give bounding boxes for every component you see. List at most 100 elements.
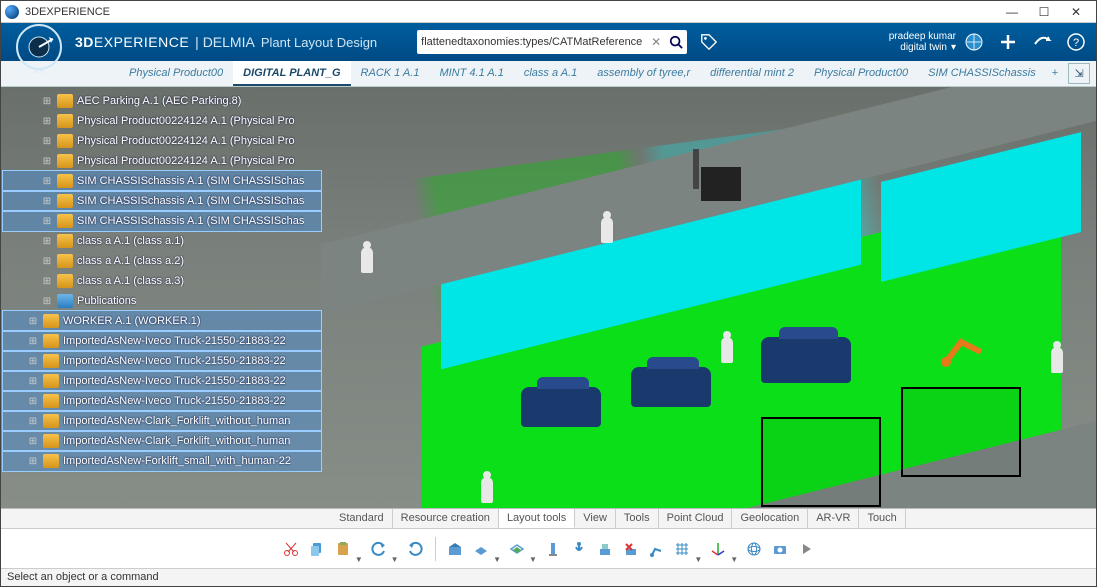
close-button[interactable]: ✕ bbox=[1060, 2, 1092, 22]
action-tab[interactable]: View bbox=[575, 509, 616, 528]
tree-item[interactable]: ⊞class a A.1 (class a.2) bbox=[3, 251, 321, 271]
tree-item[interactable]: ⊞Physical Product00224124 A.1 (Physical … bbox=[3, 131, 321, 151]
action-tab[interactable]: Tools bbox=[616, 509, 659, 528]
expand-icon[interactable]: ⊞ bbox=[41, 96, 53, 107]
expand-icon[interactable]: ⊞ bbox=[27, 436, 39, 447]
area-dropdown[interactable]: ▼ bbox=[529, 555, 537, 568]
doc-tab[interactable]: RACK 1 A.1 bbox=[351, 61, 430, 86]
expand-icon[interactable]: ⊞ bbox=[41, 256, 53, 267]
action-tab[interactable]: Geolocation bbox=[732, 509, 808, 528]
minimize-button[interactable]: — bbox=[996, 2, 1028, 22]
expand-icon[interactable]: ⊞ bbox=[41, 216, 53, 227]
tree-item[interactable]: ⊞Publications bbox=[3, 291, 321, 311]
tree-item[interactable]: ⊞ImportedAsNew-Iveco Truck-21550-21883-2… bbox=[3, 351, 321, 371]
action-bar: ▼ ▼ ▼ ▼ ▼ ▼ bbox=[1, 528, 1096, 568]
doc-tab[interactable]: differential mint 2 bbox=[700, 61, 804, 86]
action-tab[interactable]: AR-VR bbox=[808, 509, 859, 528]
new-tab-button[interactable]: + bbox=[1046, 61, 1064, 86]
axis-button[interactable] bbox=[708, 536, 728, 562]
action-tab[interactable]: Layout tools bbox=[499, 509, 575, 528]
expand-icon[interactable]: ⊞ bbox=[41, 156, 53, 167]
grid-dropdown[interactable]: ▼ bbox=[694, 555, 702, 568]
doc-tab[interactable]: Physical Product00 bbox=[119, 61, 233, 86]
delete-resource-button[interactable] bbox=[621, 536, 641, 562]
undo-dropdown[interactable]: ▼ bbox=[391, 555, 399, 568]
paste-dropdown[interactable]: ▼ bbox=[355, 555, 363, 568]
building-button[interactable] bbox=[445, 536, 465, 562]
doc-tab[interactable]: MINT 4.1 A.1 bbox=[429, 61, 513, 86]
search-input[interactable] bbox=[421, 36, 647, 48]
expand-icon[interactable]: ⊞ bbox=[41, 236, 53, 247]
cut-button[interactable] bbox=[281, 536, 301, 562]
expand-icon[interactable]: ⊞ bbox=[41, 116, 53, 127]
action-tab[interactable]: Standard bbox=[331, 509, 393, 528]
expand-icon[interactable]: ⊞ bbox=[27, 336, 39, 347]
tree-item[interactable]: ⊞Physical Product00224124 A.1 (Physical … bbox=[3, 151, 321, 171]
expand-icon[interactable]: ⊞ bbox=[27, 316, 39, 327]
expand-icon[interactable]: ⊞ bbox=[41, 176, 53, 187]
insert-resource-button[interactable] bbox=[595, 536, 615, 562]
expand-icon[interactable]: ⊞ bbox=[41, 196, 53, 207]
expand-icon[interactable]: ⊞ bbox=[27, 396, 39, 407]
tree-item[interactable]: ⊞ImportedAsNew-Forklift_small_with_human… bbox=[3, 451, 321, 471]
capture-button[interactable] bbox=[770, 536, 790, 562]
column-button[interactable] bbox=[543, 536, 563, 562]
add-icon[interactable] bbox=[998, 32, 1018, 52]
tree-item[interactable]: ⊞SIM CHASSISchassis A.1 (SIM CHASSISchas bbox=[3, 171, 321, 191]
copy-button[interactable] bbox=[307, 536, 327, 562]
search-box[interactable]: ✕ bbox=[417, 30, 687, 54]
expand-icon[interactable]: ⊞ bbox=[27, 416, 39, 427]
tree-item[interactable]: ⊞ImportedAsNew-Clark_Forklift_without_hu… bbox=[3, 431, 321, 451]
node-icon bbox=[43, 434, 59, 448]
tree-item[interactable]: ⊞class a A.1 (class a.1) bbox=[3, 231, 321, 251]
floor-button[interactable] bbox=[471, 536, 491, 562]
user-block[interactable]: pradeep kumar digital twin▾ bbox=[889, 31, 956, 53]
help-icon[interactable]: ? bbox=[1066, 32, 1086, 52]
tree-item[interactable]: ⊞WORKER A.1 (WORKER.1) bbox=[3, 311, 321, 331]
tree-item[interactable]: ⊞ImportedAsNew-Clark_Forklift_without_hu… bbox=[3, 411, 321, 431]
undo-button[interactable] bbox=[369, 536, 389, 562]
doc-tab[interactable]: class a A.1 bbox=[514, 61, 587, 86]
expand-icon[interactable]: ⊞ bbox=[27, 376, 39, 387]
tag-icon[interactable] bbox=[697, 30, 721, 54]
spec-tree[interactable]: ⊞AEC Parking A.1 (AEC Parking.8)⊞Physica… bbox=[1, 87, 323, 508]
share-icon[interactable] bbox=[1032, 32, 1052, 52]
view-globe-button[interactable] bbox=[744, 536, 764, 562]
redo-button[interactable] bbox=[405, 536, 425, 562]
action-tab[interactable]: Touch bbox=[859, 509, 905, 528]
play-more-icon[interactable] bbox=[796, 536, 816, 562]
tree-item[interactable]: ⊞ImportedAsNew-Iveco Truck-21550-21883-2… bbox=[3, 331, 321, 351]
grid-button[interactable] bbox=[672, 536, 692, 562]
doc-tab[interactable]: Physical Product00 bbox=[804, 61, 918, 86]
brand-sub: | DELMIA bbox=[195, 34, 255, 50]
area-button[interactable] bbox=[507, 536, 527, 562]
tree-item[interactable]: ⊞AEC Parking A.1 (AEC Parking.8) bbox=[3, 91, 321, 111]
expand-icon[interactable]: ⊞ bbox=[27, 356, 39, 367]
axis-dropdown[interactable]: ▼ bbox=[730, 555, 738, 568]
collapse-tabs-icon[interactable]: ⇲ bbox=[1068, 63, 1090, 84]
doc-tab[interactable]: DIGITAL PLANT_G bbox=[233, 61, 350, 86]
compass-icon[interactable]: V.R bbox=[9, 17, 69, 77]
expand-icon[interactable]: ⊞ bbox=[41, 136, 53, 147]
tree-item[interactable]: ⊞ImportedAsNew-Iveco Truck-21550-21883-2… bbox=[3, 391, 321, 411]
maximize-button[interactable]: ☐ bbox=[1028, 2, 1060, 22]
search-icon[interactable] bbox=[669, 35, 683, 49]
paste-button[interactable] bbox=[333, 536, 353, 562]
tree-item[interactable]: ⊞SIM CHASSISchassis A.1 (SIM CHASSISchas bbox=[3, 211, 321, 231]
attach-button[interactable] bbox=[569, 536, 589, 562]
tree-item[interactable]: ⊞class a A.1 (class a.3) bbox=[3, 271, 321, 291]
doc-tab[interactable]: SIM CHASSISchassis bbox=[918, 61, 1046, 86]
expand-icon[interactable]: ⊞ bbox=[41, 276, 53, 287]
action-tab[interactable]: Point Cloud bbox=[659, 509, 733, 528]
action-tab[interactable]: Resource creation bbox=[393, 509, 499, 528]
tree-item[interactable]: ⊞Physical Product00224124 A.1 (Physical … bbox=[3, 111, 321, 131]
floor-dropdown[interactable]: ▼ bbox=[493, 555, 501, 568]
robot-button[interactable] bbox=[647, 536, 667, 562]
tree-item[interactable]: ⊞SIM CHASSISchassis A.1 (SIM CHASSISchas bbox=[3, 191, 321, 211]
tree-item[interactable]: ⊞ImportedAsNew-Iveco Truck-21550-21883-2… bbox=[3, 371, 321, 391]
doc-tab[interactable]: assembly of tyree,r bbox=[587, 61, 700, 86]
expand-icon[interactable]: ⊞ bbox=[27, 456, 39, 467]
clear-search-icon[interactable]: ✕ bbox=[647, 35, 665, 49]
expand-icon[interactable]: ⊞ bbox=[41, 296, 53, 307]
home-globe-icon[interactable] bbox=[964, 32, 984, 52]
